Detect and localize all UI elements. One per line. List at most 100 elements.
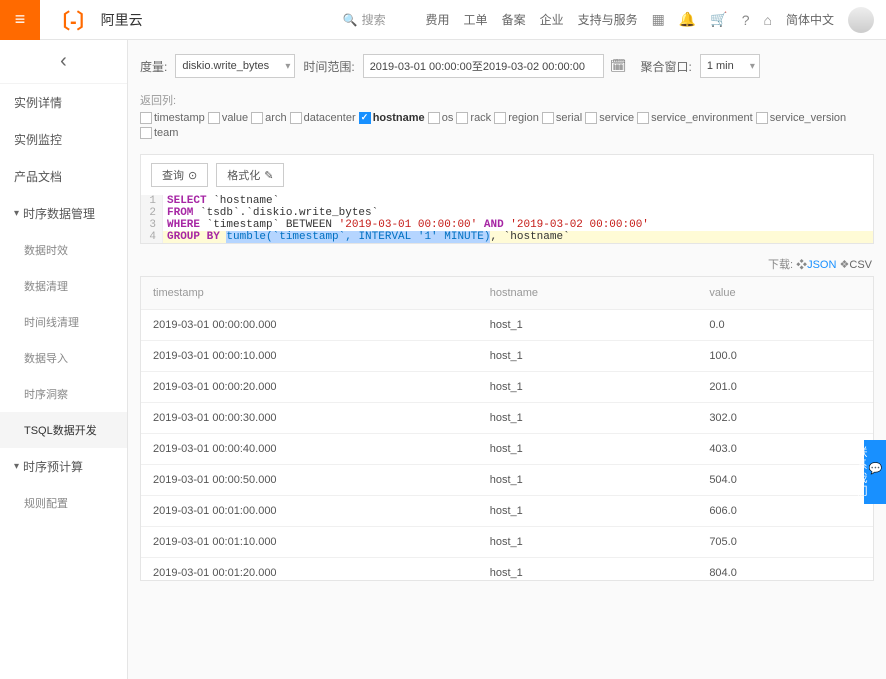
sidebar-back[interactable]: ‹ (0, 40, 127, 84)
table-head: timestamp hostname value (141, 277, 873, 310)
table-cell: 2019-03-01 00:01:20.000 (141, 558, 478, 580)
sidebar-item-label: 时序洞察 (24, 386, 68, 402)
grid-icon[interactable]: ▦ (652, 11, 665, 28)
sidebar-item-label: 时序预计算 (23, 458, 83, 475)
table-row[interactable]: 2019-03-01 00:00:50.000host_1504.0 (141, 465, 873, 496)
top-nav: 费用 工单 备案 企业 支持与服务 ▦ 🔔 🛒 ? ⌂ 简体中文 (426, 7, 886, 33)
results-table: timestamp hostname value 2019-03-01 00:0… (140, 276, 874, 581)
agg-select[interactable]: 1 min▾ (700, 54, 760, 78)
chat-icon: 💬 (869, 446, 882, 494)
table-cell: 201.0 (697, 372, 873, 402)
nav-ticket[interactable]: 工单 (464, 11, 488, 28)
column-checkbox-service[interactable]: service (585, 112, 634, 124)
checkbox-icon (359, 112, 371, 124)
help-icon[interactable]: ? (742, 12, 750, 28)
sidebar-item[interactable]: 数据导入 (0, 340, 127, 376)
sidebar-item[interactable]: 时序洞察 (0, 376, 127, 412)
format-button[interactable]: 格式化 ✎ (216, 163, 284, 187)
sidebar-item-label: 实例详情 (14, 94, 62, 111)
home-icon[interactable]: ⌂ (764, 12, 772, 28)
th-timestamp[interactable]: timestamp (141, 277, 478, 309)
sidebar-item[interactable]: ▾ 时序预计算 (0, 448, 127, 485)
sidebar-item[interactable]: TSQL数据开发 (0, 412, 127, 448)
checkbox-label: value (222, 112, 248, 124)
nav-record[interactable]: 备案 (502, 11, 526, 28)
logo[interactable]: 〔-〕 阿里云 (50, 5, 143, 34)
column-checkbox-datacenter[interactable]: datacenter (290, 112, 356, 124)
sidebar-item[interactable]: 时间线清理 (0, 304, 127, 340)
column-checkbox-region[interactable]: region (494, 112, 539, 124)
column-checkbox-hostname[interactable]: hostname (359, 112, 425, 124)
columns-label: 返回列: (140, 92, 176, 108)
contact-tab[interactable]: 💬 联系我们 (864, 440, 886, 504)
table-row[interactable]: 2019-03-01 00:01:00.000host_1606.0 (141, 496, 873, 527)
agg-label: 聚合窗口: (641, 58, 692, 75)
download-json[interactable]: JSON (807, 259, 836, 271)
column-checkbox-serial[interactable]: serial (542, 112, 582, 124)
table-row[interactable]: 2019-03-01 00:01:10.000host_1705.0 (141, 527, 873, 558)
sidebar-item[interactable]: 实例监控 (0, 121, 127, 158)
table-row[interactable]: 2019-03-01 00:00:40.000host_1403.0 (141, 434, 873, 465)
column-checkbox-service_version[interactable]: service_version (756, 112, 846, 124)
time-label: 时间范围: (303, 58, 354, 75)
sidebar-item[interactable]: 规则配置 (0, 485, 127, 521)
sidebar-item[interactable]: 产品文档 (0, 158, 127, 195)
checkbox-label: timestamp (154, 112, 205, 124)
metric-select[interactable]: diskio.write_bytes▾ (175, 54, 295, 78)
column-checkbox-team[interactable]: team (140, 127, 178, 139)
table-row[interactable]: 2019-03-01 00:00:30.000host_1302.0 (141, 403, 873, 434)
sidebar-item-label: 数据时效 (24, 242, 68, 258)
nav-support[interactable]: 支持与服务 (578, 11, 638, 28)
table-cell: 705.0 (697, 527, 873, 557)
table-cell: 804.0 (697, 558, 873, 580)
nav-lang[interactable]: 简体中文 (786, 11, 834, 28)
table-body[interactable]: 2019-03-01 00:00:00.000host_10.02019-03-… (141, 310, 873, 580)
column-checkbox-os[interactable]: os (428, 112, 454, 124)
search-input[interactable]: 🔍 搜索 (343, 11, 386, 28)
query-button[interactable]: 查询 ⊙ (151, 163, 208, 187)
checkbox-icon (140, 112, 152, 124)
checkbox-icon (585, 112, 597, 124)
column-checkbox-rack[interactable]: rack (456, 112, 491, 124)
checkbox-label: serial (556, 112, 582, 124)
avatar[interactable] (848, 7, 874, 33)
chevron-down-icon: ▾ (14, 461, 19, 472)
checkbox-icon (428, 112, 440, 124)
table-row[interactable]: 2019-03-01 00:01:20.000host_1804.0 (141, 558, 873, 580)
checkbox-icon (251, 112, 263, 124)
sidebar-item-label: 实例监控 (14, 131, 62, 148)
table-row[interactable]: 2019-03-01 00:00:10.000host_1100.0 (141, 341, 873, 372)
download-csv[interactable]: CSV (849, 259, 872, 271)
download-label: 下载: (768, 259, 793, 271)
cart-icon[interactable]: 🛒 (710, 11, 727, 28)
th-hostname[interactable]: hostname (478, 277, 698, 309)
sidebar-item[interactable]: 数据时效 (0, 232, 127, 268)
column-checkbox-timestamp[interactable]: timestamp (140, 112, 205, 124)
table-cell: host_1 (478, 372, 698, 402)
checkbox-icon (756, 112, 768, 124)
sidebar-item[interactable]: 数据清理 (0, 268, 127, 304)
sql-editor[interactable]: 1SELECT `hostname` 2FROM `tsdb`.`diskio.… (141, 195, 873, 243)
checkbox-label: datacenter (304, 112, 356, 124)
th-value[interactable]: value (697, 277, 873, 309)
chevron-down-icon: ▾ (285, 61, 290, 72)
column-checkbox-value[interactable]: value (208, 112, 248, 124)
time-range-input[interactable]: 2019-03-01 00:00:00至2019-03-02 00:00:00 (363, 54, 604, 78)
sidebar-item[interactable]: 实例详情 (0, 84, 127, 121)
query-toolbar: 查询 ⊙ 格式化 ✎ (141, 155, 873, 195)
sidebar-item[interactable]: ▾时序数据管理 (0, 195, 127, 232)
checkbox-label: region (508, 112, 539, 124)
nav-enterprise[interactable]: 企业 (540, 11, 564, 28)
calendar-icon[interactable]: 🗓 (610, 58, 627, 74)
json-icon: ❖ (796, 259, 807, 271)
chevron-down-icon: ▾ (750, 61, 755, 72)
hamburger-menu[interactable]: ≡ (0, 0, 40, 40)
table-row[interactable]: 2019-03-01 00:00:00.000host_10.0 (141, 310, 873, 341)
column-checkbox-arch[interactable]: arch (251, 112, 286, 124)
bell-icon[interactable]: 🔔 (679, 11, 696, 28)
nav-fee[interactable]: 费用 (426, 11, 450, 28)
format-icon: ✎ (264, 169, 273, 182)
column-checkbox-service_environment[interactable]: service_environment (637, 112, 753, 124)
sidebar-item-label: 数据清理 (24, 278, 68, 294)
table-row[interactable]: 2019-03-01 00:00:20.000host_1201.0 (141, 372, 873, 403)
